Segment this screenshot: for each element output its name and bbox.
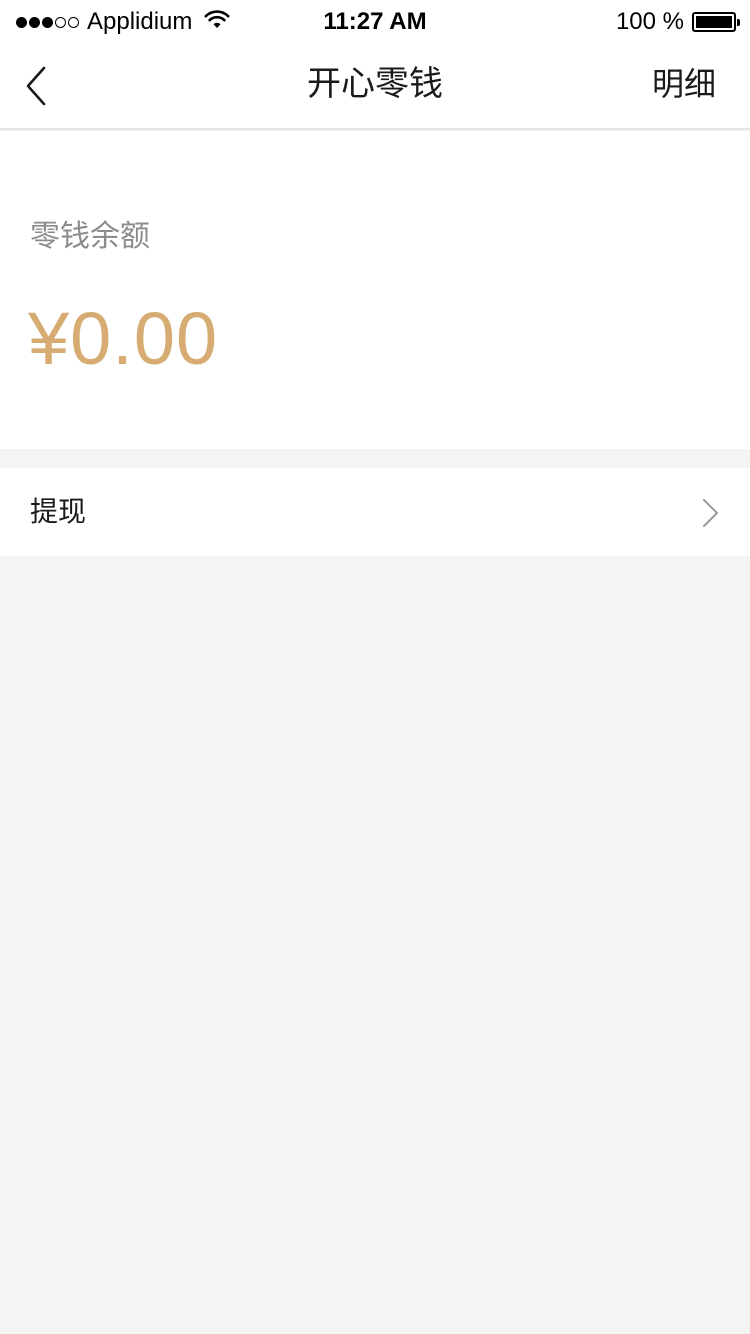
status-bar: Applidium 11:27 AM 100 %: [0, 0, 750, 44]
chevron-right-icon: [703, 499, 718, 527]
withdraw-row[interactable]: 提现: [0, 468, 750, 556]
balance-label: 零钱余额: [30, 219, 150, 254]
battery-fill: [696, 16, 732, 28]
withdraw-label: 提现: [30, 495, 87, 528]
page-title: 开心零钱: [307, 64, 443, 104]
battery-percent: 100 %: [615, 8, 684, 35]
balance-card: 零钱余额 ¥0.00: [0, 131, 750, 449]
battery-icon: [692, 12, 740, 32]
status-right: 100 %: [615, 8, 740, 36]
balance-amount: ¥0.00: [28, 297, 219, 380]
battery-cap: [737, 19, 740, 26]
details-button[interactable]: 明细: [652, 62, 716, 106]
nav-bar: 开心零钱 明细: [0, 44, 750, 130]
